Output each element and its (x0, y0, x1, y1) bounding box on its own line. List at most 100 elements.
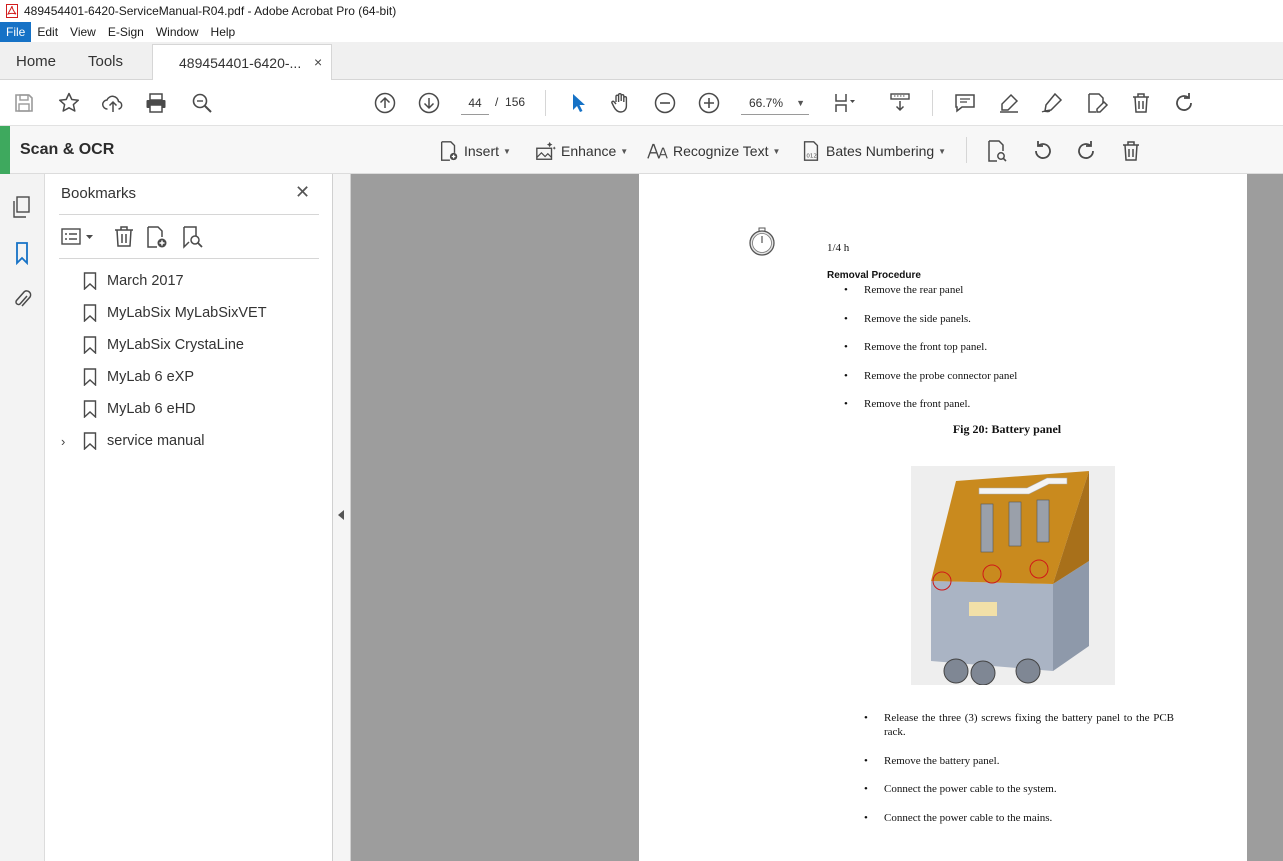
highlight-icon[interactable] (997, 91, 1021, 115)
tab-tools[interactable]: Tools (88, 53, 123, 70)
tab-document[interactable]: 489454401-6420-... × (152, 44, 332, 81)
upload-cloud-icon[interactable] (101, 91, 125, 115)
bookmark-icon (83, 400, 97, 418)
close-panel-button[interactable]: ✕ (295, 182, 310, 203)
insert-button[interactable]: Insert ▼ (438, 139, 511, 163)
menu-help[interactable]: Help (205, 22, 242, 42)
bookmark-icon (83, 432, 97, 450)
bookmarks-panel: Bookmarks ✕ March 2017 MyLabSix MyLabSix… (45, 174, 333, 861)
page-separator: / (495, 95, 499, 109)
bookmark-item[interactable]: › service manual (61, 429, 205, 453)
bookmark-label: MyLab 6 eXP (107, 369, 195, 385)
menu-view[interactable]: View (64, 22, 102, 42)
menu-file[interactable]: File (0, 22, 32, 42)
bates-numbering-icon: 012 (803, 141, 819, 161)
tab-close-button[interactable]: × (314, 54, 322, 70)
zoom-out-icon[interactable] (653, 91, 677, 115)
delete-icon[interactable] (1129, 91, 1153, 115)
pdf-app-icon (6, 4, 18, 18)
rotate-right-icon[interactable] (1074, 139, 1098, 163)
recognize-text-button[interactable]: Recognize Text ▼ (647, 139, 780, 163)
collapse-panel-icon[interactable] (338, 510, 344, 520)
step-text: Remove the front panel. (864, 398, 971, 410)
fill-sign-icon[interactable] (1040, 91, 1064, 115)
list-item: • Release the three (3) screws fixing the… (864, 711, 1174, 739)
stopwatch-icon (749, 227, 775, 256)
panel-splitter[interactable] (333, 174, 351, 861)
edit-pdf-icon[interactable] (1085, 91, 1109, 115)
page-thumbnails-icon[interactable] (11, 195, 33, 219)
bookmark-item[interactable]: March 2017 (61, 269, 184, 293)
find-bookmark-icon[interactable] (180, 225, 204, 249)
page-number-input[interactable]: 44 (461, 91, 489, 115)
page-search-icon[interactable] (985, 139, 1009, 163)
enhance-button[interactable]: Enhance ▼ (535, 139, 628, 163)
bookmark-item[interactable]: MyLabSix CrystaLine (61, 333, 244, 357)
page-count: 156 (505, 95, 526, 109)
panel-divider (59, 214, 319, 215)
main-toolbar: 44 / 156 66.7% ▼ (0, 80, 1283, 126)
bookmarks-title: Bookmarks (61, 185, 137, 202)
zoom-level-value: 66.7% (749, 96, 784, 110)
step-text: Remove the battery panel. (884, 755, 1000, 767)
tab-bar: Home Tools 489454401-6420-... × (0, 42, 1283, 81)
figure-caption: Fig 20: Battery panel (952, 422, 1062, 436)
chevron-down-icon: ▼ (796, 98, 805, 108)
star-icon[interactable] (57, 91, 81, 115)
bates-numbering-button[interactable]: 012 Bates Numbering ▼ (800, 139, 946, 163)
menu-esign[interactable]: E-Sign (102, 22, 150, 42)
list-item: • Remove the side panels. (844, 313, 971, 325)
list-item: • Connect the power cable to the mains. (864, 811, 1174, 825)
bookmark-item[interactable]: MyLabSix MyLabSixVET (61, 301, 267, 325)
scan-ocr-toolbar: Scan & OCR Insert ▼ Enhance ▼ Recognize … (0, 126, 1283, 174)
menu-edit[interactable]: Edit (31, 22, 64, 42)
zoom-in-icon[interactable] (697, 91, 721, 115)
bullet: • (844, 341, 848, 353)
hand-tool-icon[interactable] (609, 91, 633, 115)
bookmark-label: March 2017 (107, 273, 184, 289)
print-icon[interactable] (144, 91, 168, 115)
toolbar-divider (545, 90, 546, 116)
panel-divider (59, 258, 319, 259)
title-bar: 489454401-6420-ServiceManual-R04.pdf - A… (0, 0, 1283, 22)
delete-page-icon[interactable] (1119, 139, 1143, 163)
procedure-duration: 1/4 h (827, 242, 850, 254)
delete-bookmark-icon[interactable] (112, 225, 136, 249)
previous-page-icon[interactable] (373, 91, 397, 115)
menu-window[interactable]: Window (150, 22, 205, 42)
rotate-icon[interactable] (1172, 91, 1196, 115)
rotate-left-icon[interactable] (1031, 139, 1055, 163)
bookmark-icon (83, 272, 97, 290)
bookmark-item[interactable]: MyLab 6 eHD (61, 397, 196, 421)
tool-accent-bar (0, 126, 10, 174)
bookmark-icon (83, 368, 97, 386)
bullet: • (844, 398, 848, 410)
bookmark-icon (83, 304, 97, 322)
bullet: • (844, 284, 848, 296)
bookmark-item[interactable]: MyLab 6 eXP (61, 365, 194, 389)
bookmarks-panel-icon[interactable] (11, 241, 33, 266)
page-display-icon[interactable] (833, 91, 857, 115)
step-text: Remove the probe connector panel (864, 370, 1018, 382)
new-bookmark-icon[interactable] (145, 225, 169, 249)
tab-document-label: 489454401-6420-... (179, 55, 302, 71)
comment-icon[interactable] (953, 91, 977, 115)
list-item: • Connect the power cable to the system. (864, 782, 1174, 796)
bullet: • (864, 712, 868, 724)
tab-home[interactable]: Home (16, 53, 56, 70)
enhance-icon (536, 141, 556, 160)
bookmark-options-icon[interactable] (61, 225, 97, 249)
document-viewport[interactable]: 1/4 h Removal Procedure • Remove the rear… (351, 174, 1283, 861)
find-icon[interactable] (190, 91, 214, 115)
bookmark-label: MyLab 6 eHD (107, 401, 196, 417)
bookmark-label: MyLabSix CrystaLine (107, 337, 244, 353)
attachments-icon[interactable] (11, 287, 33, 311)
step-text: Release the three (3) screws fixing the … (884, 712, 1174, 738)
scrolling-mode-icon[interactable] (888, 91, 912, 115)
recognize-text-label: Recognize Text (673, 143, 769, 159)
next-page-icon[interactable] (417, 91, 441, 115)
save-icon[interactable] (12, 91, 36, 115)
zoom-level-select[interactable]: 66.7% ▼ (741, 91, 809, 115)
chevron-right-icon[interactable]: › (61, 434, 77, 449)
select-cursor-icon[interactable] (566, 91, 590, 115)
